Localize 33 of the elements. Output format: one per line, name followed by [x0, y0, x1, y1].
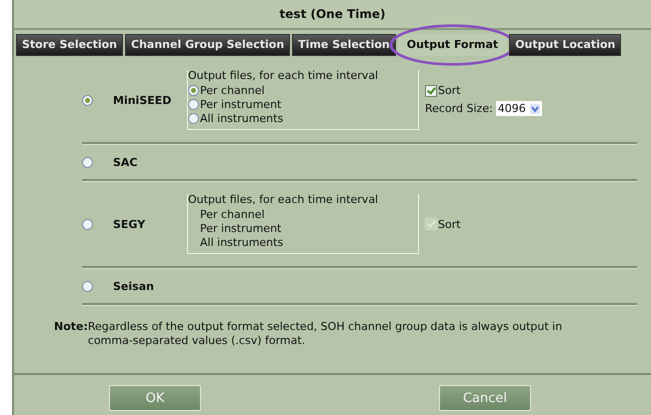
- option-label: Per channel: [200, 84, 265, 96]
- field-label: Record Size:: [425, 102, 493, 115]
- tab[interactable]: Store Selection: [16, 34, 124, 56]
- checkbox-label: Sort: [438, 218, 461, 230]
- format-label: SEGY: [113, 218, 146, 230]
- record-size-dropdown[interactable]: 4096: [496, 101, 542, 116]
- radio-button[interactable]: [188, 98, 199, 110]
- radio-button[interactable]: [188, 84, 199, 96]
- note-label: Note:: [54, 320, 88, 335]
- window-title: test (One Time): [280, 7, 386, 21]
- format-label: Seisan: [113, 280, 155, 292]
- format-label: SAC: [113, 156, 139, 168]
- radio-button[interactable]: [188, 112, 199, 124]
- checkbox[interactable]: [425, 84, 437, 96]
- option-label: Per channel: [200, 208, 265, 220]
- tab[interactable]: Time Selection: [292, 34, 396, 56]
- radio-button[interactable]: [82, 280, 93, 292]
- option-label: Per instrument: [200, 98, 282, 110]
- tab[interactable]: Channel Group Selection: [125, 34, 290, 56]
- checkbox-label: Sort: [438, 84, 461, 97]
- caret-icon: [530, 104, 540, 114]
- group-legend: Output files, for each time interval: [188, 193, 414, 206]
- option-label: All instruments: [200, 236, 284, 248]
- format-label: MiniSEED: [113, 94, 172, 106]
- option-label: All instruments: [200, 112, 284, 124]
- tab[interactable]: Output Location: [509, 34, 622, 56]
- radio-button[interactable]: [82, 94, 93, 106]
- option-label: Per instrument: [200, 222, 282, 234]
- radio-button[interactable]: [82, 218, 93, 230]
- tab[interactable]: Output Format: [398, 34, 508, 56]
- radio-button[interactable]: [82, 156, 93, 168]
- group-legend: Output files, for each time interval: [188, 69, 414, 82]
- note-text: Regardless of the output format selected, SOH channel group data is always output in comma-separated values (.csv) format.: [88, 320, 564, 348]
